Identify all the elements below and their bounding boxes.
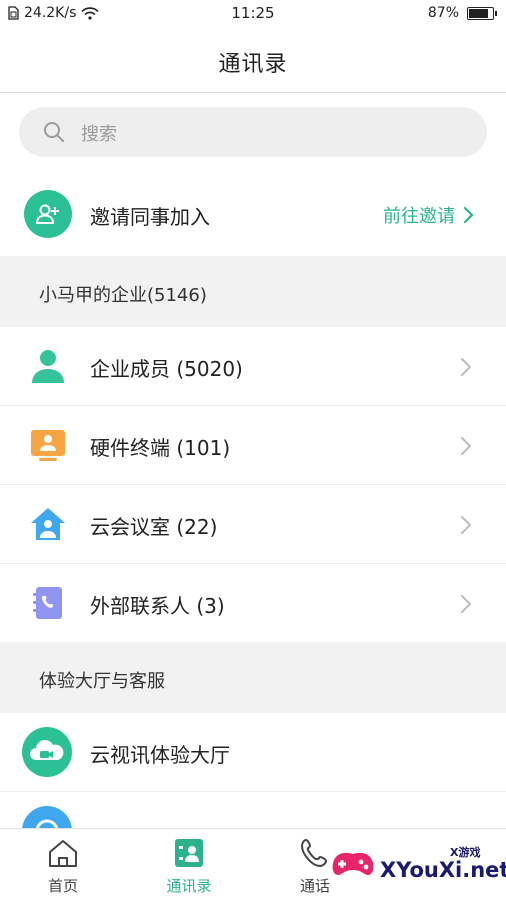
watermark-logo: X游戏 XYouXi.net [328, 840, 506, 890]
go-invite-label: 前往邀请 [383, 206, 455, 227]
terminal-icon [31, 430, 65, 461]
chevron-right-icon [463, 206, 474, 224]
list-item-meeting-rooms[interactable]: 云会议室 (22) [0, 485, 506, 564]
battery-icon [467, 6, 497, 20]
chevron-right-icon [461, 516, 471, 534]
home-icon [49, 840, 77, 867]
chevron-right-icon [461, 358, 471, 376]
person-icon [32, 350, 64, 383]
nav-label: 通讯录 [166, 877, 212, 895]
phone-icon [301, 839, 327, 867]
invite-label: 邀请同事加入 [90, 205, 210, 229]
battery-fill [469, 8, 488, 18]
list-item-terminals[interactable]: 硬件终端 (101) [0, 406, 506, 485]
chevron-right-icon [461, 595, 471, 613]
status-bar: 24.2K/s 11:25 87% [0, 0, 506, 28]
list-item-label: 硬件终端 (101) [90, 436, 231, 460]
list-item-members[interactable]: 企业成员 (5020) [0, 327, 506, 406]
section-header-experience: 体验大厅与客服 [0, 642, 506, 713]
battery-percent: 87% [427, 5, 459, 21]
list-item-partial[interactable] [0, 792, 506, 828]
list-item-label: 外部联系人 (3) [90, 594, 225, 618]
section-title: 体验大厅与客服 [39, 671, 165, 692]
title-bar: 通讯录 [0, 28, 506, 93]
page-title: 通讯录 [218, 52, 288, 77]
section-header-enterprise: 小马甲的企业(5146) [0, 256, 506, 327]
watermark-text: XYouXi.net [380, 858, 506, 882]
add-person-icon [24, 190, 72, 238]
search-input[interactable]: 搜索 [19, 107, 487, 157]
nav-label: 首页 [47, 877, 78, 895]
list-item-label: 云视讯体验大厅 [90, 743, 230, 767]
list-item-label: 企业成员 (5020) [90, 357, 243, 381]
status-right: 87% [427, 5, 497, 21]
section-title: 小马甲的企业(5146) [39, 285, 207, 306]
cloud-video-icon [22, 727, 72, 777]
gamepad-logo-icon [332, 852, 374, 875]
meeting-room-icon [31, 508, 65, 540]
search-icon [44, 122, 64, 142]
external-contact-icon [33, 587, 62, 619]
search-placeholder: 搜索 [81, 124, 117, 145]
list-item-external-contacts[interactable]: 外部联系人 (3) [0, 564, 506, 643]
invite-row[interactable]: 邀请同事加入 前往邀请 [0, 173, 506, 255]
chevron-right-icon [461, 437, 471, 455]
list-item-experience-hall[interactable]: 云视讯体验大厅 [0, 713, 506, 792]
contacts-icon [175, 839, 203, 867]
nav-contacts[interactable]: 通讯录 [126, 829, 252, 900]
go-invite-link[interactable]: 前往邀请 [383, 202, 474, 228]
circle-icon [22, 806, 72, 828]
list-item-label: 云会议室 (22) [90, 515, 218, 539]
nav-home[interactable]: 首页 [0, 829, 126, 900]
